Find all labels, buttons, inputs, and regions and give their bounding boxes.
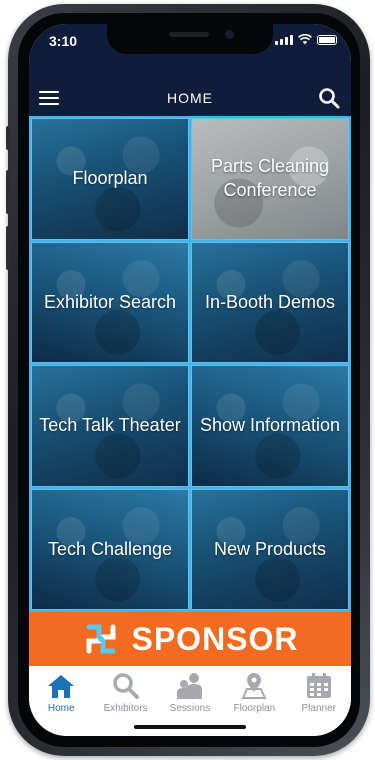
side-button-mute [6, 126, 10, 150]
sponsor-banner[interactable]: SPONSOR [29, 612, 351, 666]
notch [107, 24, 273, 54]
tab-label: Sessions [169, 703, 211, 714]
map-pin-icon [241, 673, 267, 699]
tile-label: Tech Talk Theater [39, 415, 181, 436]
tile-in-booth-demos[interactable]: In-Booth Demos [191, 241, 349, 363]
tile-parts-cleaning-conference[interactable]: Parts Cleaning Conference [191, 118, 349, 240]
wifi-icon [298, 34, 312, 45]
tile-new-products[interactable]: New Products [191, 488, 349, 610]
calendar-icon [306, 673, 331, 698]
magnifier-icon [112, 673, 139, 699]
side-button-volume-down [6, 226, 10, 270]
people-icon [176, 673, 202, 699]
speaker [169, 32, 209, 37]
app-screen: 3:10 HOME Floorplan Parts Cleaning Confe… [29, 24, 351, 736]
front-camera [225, 30, 234, 39]
tile-tech-talk-theater[interactable]: Tech Talk Theater [31, 365, 189, 487]
tab-label: Home [47, 703, 75, 714]
tab-label: Exhibitors [103, 703, 148, 714]
tile-exhibitor-search[interactable]: Exhibitor Search [31, 241, 189, 363]
home-indicator[interactable] [134, 725, 246, 729]
tile-show-information[interactable]: Show Information [191, 365, 349, 487]
tile-label: Exhibitor Search [43, 291, 177, 312]
status-time: 3:10 [49, 33, 78, 49]
sponsor-logo-icon [86, 624, 116, 654]
sponsor-label: SPONSOR [131, 620, 299, 657]
nav-bar: HOME [29, 82, 351, 116]
top-bar: 3:10 HOME [29, 24, 351, 116]
page-title: HOME [167, 90, 213, 106]
tab-label: Planner [301, 703, 336, 714]
search-icon[interactable] [317, 86, 341, 110]
tile-label: In-Booth Demos [204, 291, 336, 312]
tab-planner[interactable]: Planner [287, 672, 351, 736]
tab-label: Floorplan [233, 703, 276, 714]
home-icon [48, 675, 75, 698]
status-icons [275, 34, 337, 45]
tile-tech-challenge[interactable]: Tech Challenge [31, 488, 189, 610]
battery-icon [317, 35, 337, 45]
tile-label: Parts Cleaning Conference [210, 156, 330, 200]
home-tile-grid: Floorplan Parts Cleaning Conference Exhi… [29, 116, 351, 612]
tab-home[interactable]: Home [29, 672, 93, 736]
tile-floorplan[interactable]: Floorplan [31, 118, 189, 240]
tile-label: Tech Challenge [47, 538, 173, 559]
tile-label: Floorplan [72, 168, 148, 189]
tile-label: Show Information [199, 415, 341, 436]
tile-label: New Products [213, 538, 327, 559]
signal-icon [275, 34, 293, 45]
side-button-volume-up [6, 170, 10, 214]
